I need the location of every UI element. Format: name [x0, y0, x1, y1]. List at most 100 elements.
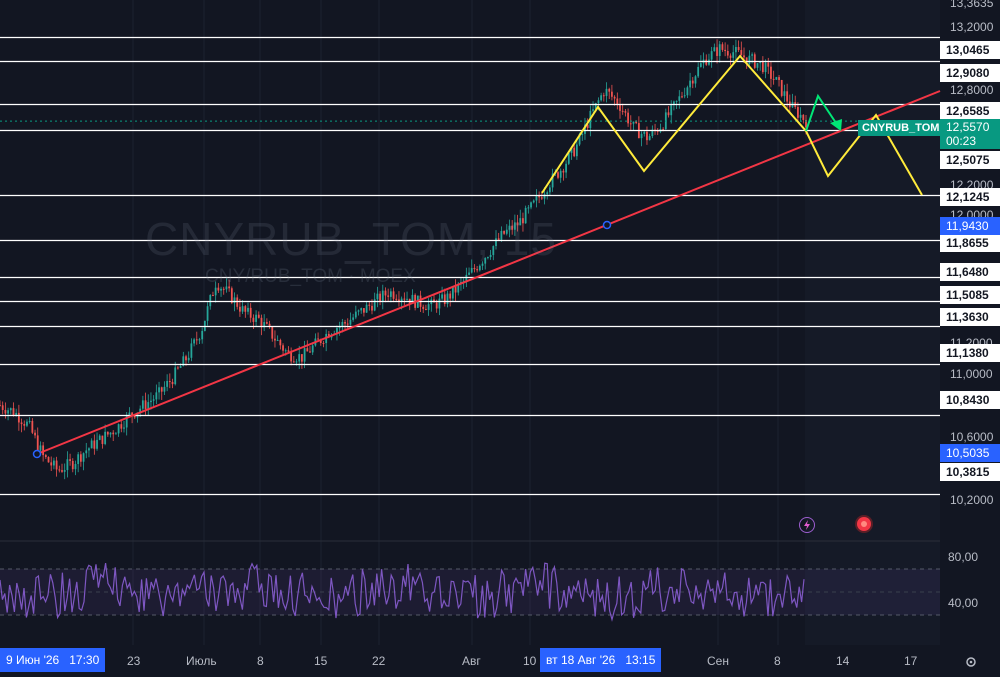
level-label[interactable]: 12,6585	[940, 102, 1000, 120]
candle-body	[478, 265, 481, 271]
candle-body	[770, 66, 772, 79]
candle-body	[562, 170, 565, 173]
candle-body	[473, 267, 476, 270]
candle-body	[697, 66, 700, 77]
candle-body	[39, 445, 42, 451]
level-label[interactable]: 12,1245	[940, 188, 1000, 206]
level-label[interactable]: 10,8430	[940, 391, 1000, 409]
candle-body	[341, 322, 344, 327]
candle-body	[384, 290, 387, 296]
candle-body	[799, 114, 802, 118]
candle-body	[443, 294, 446, 305]
lightning-icon[interactable]	[799, 517, 815, 533]
level-label[interactable]: 12,5075	[940, 151, 1000, 169]
symbol-subtitle-watermark: CNY/RUB_TOM · MOEX	[205, 266, 416, 287]
candle-body	[748, 55, 751, 64]
candle-body	[470, 267, 473, 273]
time-label: 14	[836, 654, 850, 668]
candle-body	[368, 304, 371, 306]
level-label[interactable]: 11,6480	[940, 263, 1000, 281]
candle-body	[780, 80, 783, 96]
candle-body	[718, 44, 721, 56]
candle-body	[152, 399, 155, 401]
vertical-grid	[132, 0, 911, 645]
candle-body	[209, 295, 212, 307]
candle-body	[301, 354, 303, 362]
candle-body	[640, 133, 643, 139]
candle-body	[740, 50, 743, 56]
time-label: Авг	[462, 654, 481, 668]
trendline-anchor-mid[interactable]	[602, 220, 612, 230]
trendline[interactable]	[36, 90, 941, 455]
horizontal-levels	[0, 36, 940, 496]
candle-body	[26, 421, 28, 426]
time-label: 17	[904, 654, 918, 668]
candle-body	[101, 435, 104, 444]
candle-body	[90, 440, 93, 449]
candle-body	[128, 412, 131, 415]
candle-body	[47, 457, 50, 463]
candle-body	[252, 317, 255, 322]
candle-body	[311, 345, 314, 353]
candle-body	[322, 343, 325, 345]
level-label[interactable]: 11,3630	[940, 308, 1000, 326]
candle-body	[667, 112, 670, 116]
candle-body	[352, 317, 355, 320]
candle-body	[198, 339, 201, 341]
candle-body	[206, 306, 209, 321]
candle-body	[212, 295, 214, 297]
candle-body	[346, 323, 349, 325]
candle-body	[79, 454, 82, 462]
candle-body	[344, 322, 346, 324]
candle-body	[85, 450, 88, 454]
candle-body	[546, 192, 549, 195]
candle-body	[220, 288, 222, 291]
time-label: 23	[127, 654, 141, 668]
time-label: Июль	[186, 654, 217, 668]
candle-body	[185, 356, 187, 361]
candle-body	[670, 104, 673, 116]
time-label: 22	[372, 654, 386, 668]
candle-body	[379, 293, 381, 302]
candle-body	[532, 200, 535, 203]
price-chart[interactable]	[0, 0, 1000, 677]
candle-body	[214, 287, 217, 296]
settings-icon[interactable]	[964, 655, 978, 669]
candle-body	[279, 340, 282, 346]
candle-body	[635, 121, 638, 124]
start-time: 17:30	[69, 653, 100, 667]
candle-body	[276, 340, 279, 342]
trendline-anchor-start[interactable]	[32, 449, 42, 459]
level-label[interactable]: 11,1380	[940, 344, 1000, 362]
candle-body	[761, 61, 764, 73]
candle-body	[88, 448, 90, 451]
candle-body	[247, 307, 249, 312]
level-label[interactable]: 12,9080	[940, 64, 1000, 82]
level-label[interactable]: 11,8655	[940, 234, 1000, 252]
candle-body	[476, 269, 479, 271]
candle-body	[230, 288, 233, 303]
candle-body	[427, 304, 430, 310]
candle-body	[69, 459, 71, 461]
marker-price-label: 10,5035	[940, 444, 1000, 462]
candle-body	[354, 311, 357, 318]
candle-body	[155, 392, 158, 400]
candle-body	[123, 427, 125, 429]
candle-body	[349, 319, 352, 325]
candle-body	[608, 88, 611, 92]
level-label[interactable]: 11,5085	[940, 286, 1000, 304]
level-label[interactable]: 13,0465	[940, 41, 1000, 59]
level-label[interactable]: 10,3815	[940, 463, 1000, 481]
candle-body	[422, 306, 425, 309]
candle-body	[12, 408, 15, 416]
candle-body	[141, 400, 144, 409]
candle-body	[694, 76, 697, 84]
candle-body	[724, 49, 727, 51]
candle-body	[77, 454, 80, 465]
candle-body	[201, 330, 204, 340]
symbol-name-tag: CNYRUB_TOM	[858, 120, 944, 136]
candle-body	[767, 62, 770, 67]
candle-body	[222, 288, 225, 290]
alert-dot-icon[interactable]	[857, 517, 871, 531]
candle-body	[535, 196, 538, 201]
